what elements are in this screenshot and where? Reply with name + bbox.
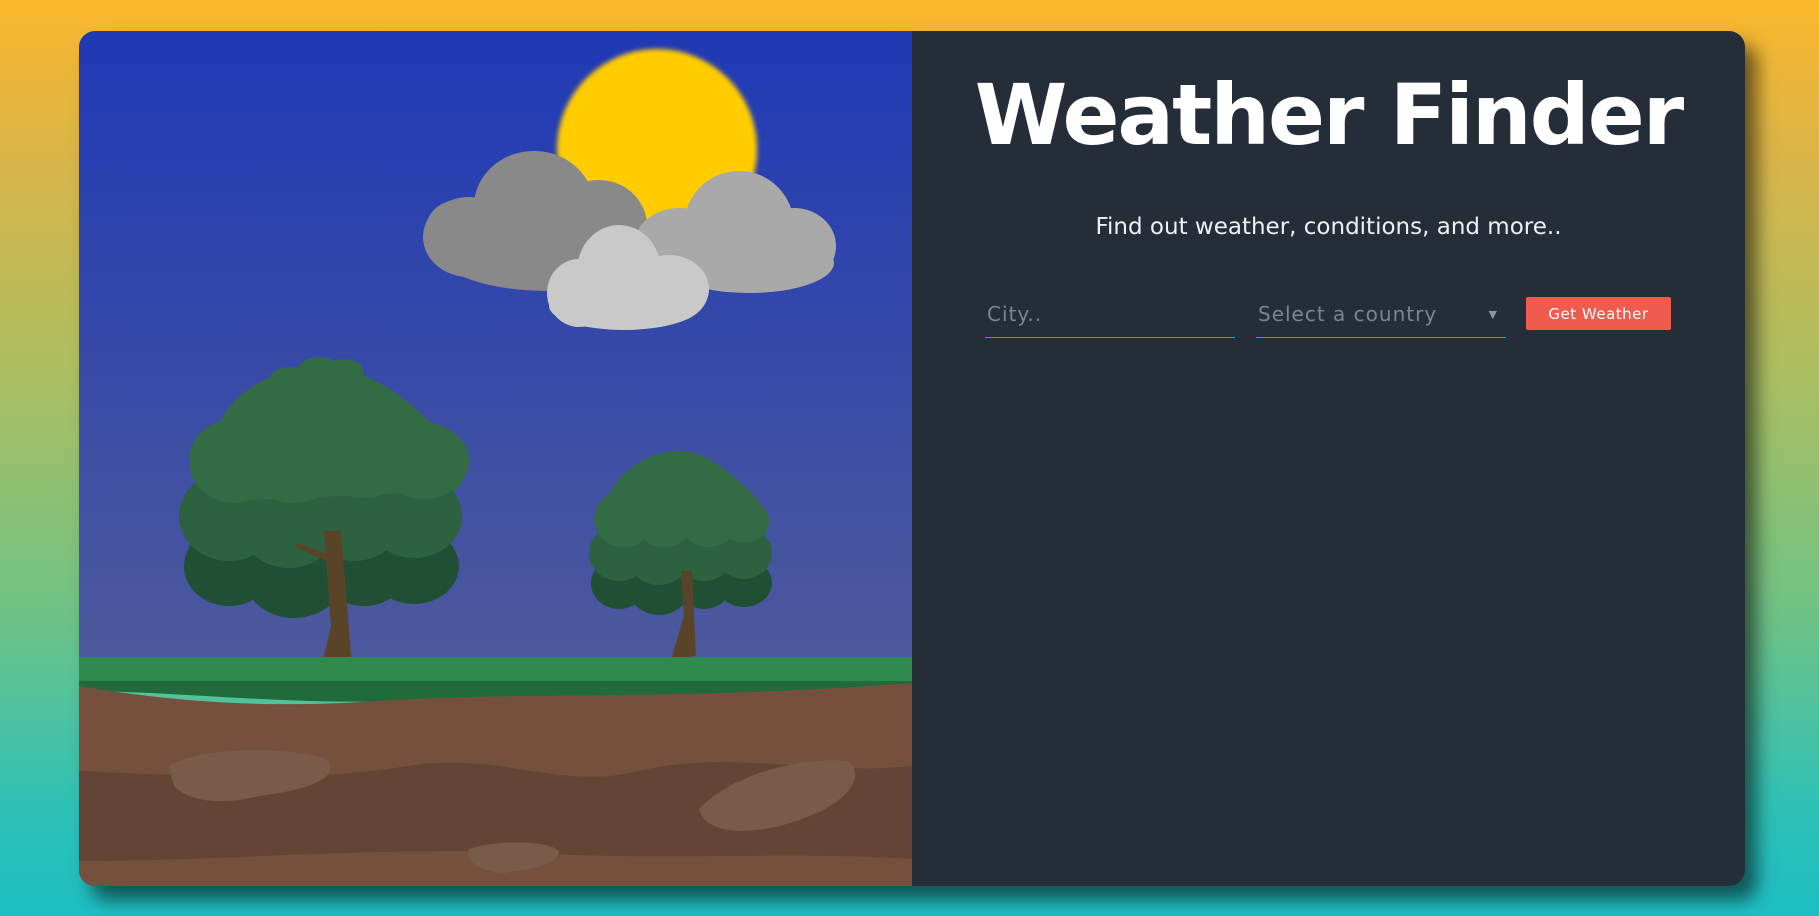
- get-weather-button[interactable]: Get Weather: [1526, 297, 1671, 330]
- page-title: Weather Finder: [974, 66, 1684, 164]
- country-select-value: Select a country: [1258, 302, 1438, 326]
- weather-form-panel: Weather Finder Find out weather, conditi…: [912, 31, 1745, 886]
- country-field: Select a country ▼: [1256, 293, 1506, 338]
- country-select[interactable]: Select a country ▼: [1256, 293, 1506, 335]
- page-subtitle: Find out weather, conditions, and more..: [1095, 214, 1562, 240]
- caret-down-icon: ▼: [1488, 307, 1498, 321]
- weather-illustration: [79, 31, 912, 886]
- app-card: Weather Finder Find out weather, conditi…: [79, 31, 1745, 886]
- city-field: [985, 293, 1235, 338]
- weather-form: Select a country ▼ Get Weather: [985, 293, 1671, 339]
- city-input[interactable]: [985, 293, 1235, 335]
